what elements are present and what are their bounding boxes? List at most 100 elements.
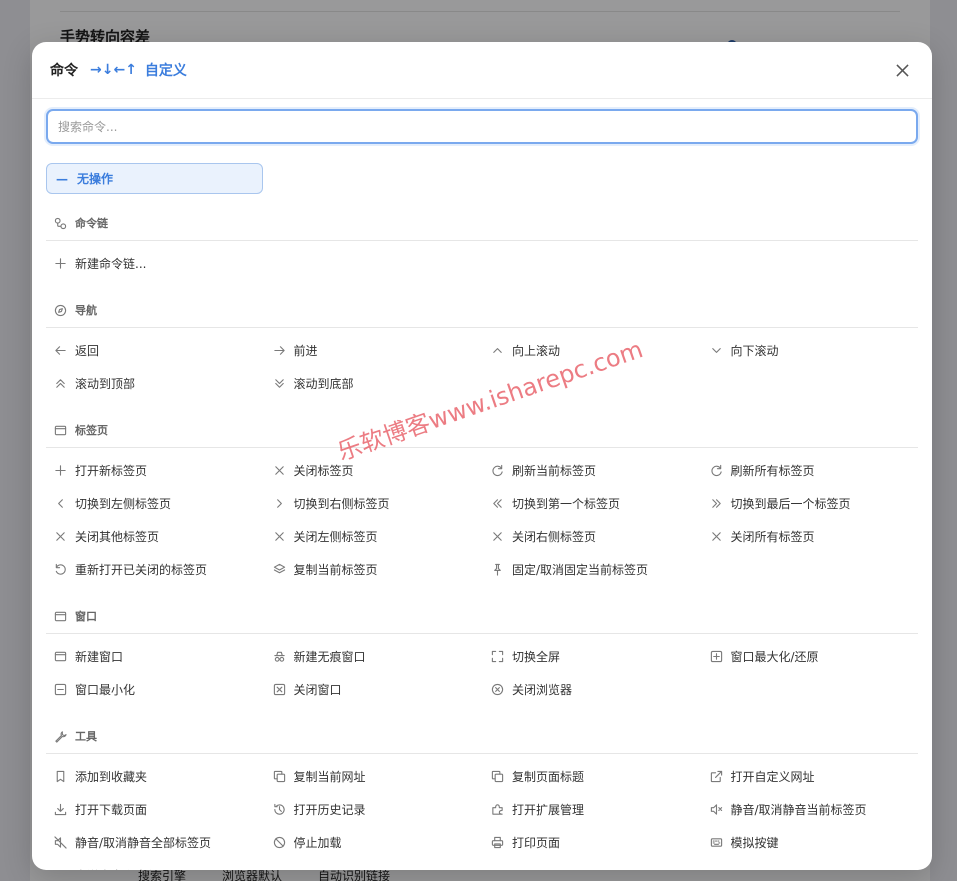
command-item[interactable]: 滚动到顶部 xyxy=(46,367,265,400)
command-item[interactable]: 新建无痕窗口 xyxy=(265,640,484,673)
command-label: 刷新当前标签页 xyxy=(512,464,597,478)
command-item[interactable]: 添加到收藏夹 xyxy=(46,760,265,793)
command-label: 切换到最后一个标签页 xyxy=(730,497,851,511)
double-down-icon xyxy=(273,377,286,390)
window-icon xyxy=(54,610,67,623)
command-grid-tools: 添加到收藏夹 复制当前网址 复制页面标题 打开自定义网址打开下载页面 打开历史记录 打开扩… xyxy=(46,760,918,870)
command-item[interactable]: 返回 xyxy=(46,334,265,367)
command-label: 切换到右侧标签页 xyxy=(293,497,390,511)
command-item[interactable]: 向上滚动 xyxy=(483,334,702,367)
command-item[interactable]: 复制当前标签页 xyxy=(265,553,484,586)
square-x-icon xyxy=(273,683,286,696)
section-title: 工具 xyxy=(75,730,97,743)
command-item[interactable]: 打印页面 xyxy=(483,826,702,859)
command-label: 停止加载 xyxy=(293,836,342,850)
section-header-chain: 命令链 xyxy=(46,212,918,234)
command-item[interactable]: 复制页面标题 xyxy=(483,760,702,793)
x-icon xyxy=(273,530,286,543)
command-item[interactable]: 打开新标签页 xyxy=(46,454,265,487)
section-header-nav: 导航 xyxy=(46,299,918,321)
gesture-label: 自定义 xyxy=(144,63,187,79)
command-item[interactable]: 向下滚动 xyxy=(702,334,921,367)
command-item[interactable]: 切换到左侧标签页 xyxy=(46,487,265,520)
command-label: 关闭窗口 xyxy=(293,683,342,697)
section-divider xyxy=(46,327,918,328)
command-label: 切换全屏 xyxy=(512,650,561,664)
command-label: 向下滚动 xyxy=(730,344,779,358)
link-icon-icon xyxy=(54,217,67,230)
section-divider xyxy=(46,240,918,241)
command-item[interactable]: 关闭左侧标签页 xyxy=(265,520,484,553)
code-icon xyxy=(54,869,67,870)
command-item[interactable]: 打开下载页面 xyxy=(46,793,265,826)
command-item[interactable]: 停止加载 xyxy=(265,826,484,859)
command-item[interactable]: 切换到第一个标签页 xyxy=(483,487,702,520)
command-item[interactable]: 静音/取消静音全部标签页 xyxy=(46,826,265,859)
mute-all-icon xyxy=(54,836,67,849)
command-label: 滚动到顶部 xyxy=(75,377,136,391)
no-action-option[interactable]: — 无操作 xyxy=(46,163,263,194)
section-title: 窗口 xyxy=(75,610,97,623)
arrow-right-icon xyxy=(273,344,286,357)
command-label: 切换到左侧标签页 xyxy=(75,497,172,511)
command-item[interactable]: 静音/取消静音当前标签页 xyxy=(702,793,921,826)
command-item[interactable]: 关闭窗口 xyxy=(265,673,484,706)
command-item[interactable]: 前进 xyxy=(265,334,484,367)
command-item[interactable]: 重新打开已关闭的标签页 xyxy=(46,553,265,586)
dialog-header: 命令 →↓←↑ 自定义 xyxy=(32,42,932,99)
command-item[interactable]: 新建窗口 xyxy=(46,640,265,673)
command-item[interactable]: 发送自定义事件 xyxy=(46,859,265,870)
command-item[interactable]: 打开历史记录 xyxy=(265,793,484,826)
pin-icon xyxy=(491,563,504,576)
command-item[interactable]: 窗口最大化/还原 xyxy=(702,640,921,673)
command-item[interactable]: 关闭所有标签页 xyxy=(702,520,921,553)
command-label: 新建窗口 xyxy=(75,650,124,664)
x-icon xyxy=(710,530,723,543)
command-label: 关闭其他标签页 xyxy=(75,530,160,544)
circle-x-icon xyxy=(491,683,504,696)
command-label: 返回 xyxy=(75,344,100,358)
section-title: 标签页 xyxy=(75,424,108,437)
section-divider xyxy=(46,633,918,634)
command-item[interactable]: 刷新所有标签页 xyxy=(702,454,921,487)
command-item[interactable]: 新建命令链... xyxy=(46,247,265,280)
tab-icon xyxy=(54,424,67,437)
command-label: 新建无痕窗口 xyxy=(293,650,366,664)
command-label: 打印页面 xyxy=(512,836,561,850)
command-item[interactable]: 切换到最后一个标签页 xyxy=(702,487,921,520)
close-icon[interactable] xyxy=(890,58,914,82)
command-item[interactable]: 固定/取消固定当前标签页 xyxy=(483,553,702,586)
command-item[interactable]: 模拟按键 xyxy=(702,826,921,859)
command-item[interactable]: 关闭浏览器 xyxy=(483,673,702,706)
command-label: 刷新所有标签页 xyxy=(730,464,815,478)
command-item[interactable]: 滚动到底部 xyxy=(265,367,484,400)
command-item[interactable]: 关闭标签页 xyxy=(265,454,484,487)
command-label: 打开新标签页 xyxy=(75,464,148,478)
command-label: 打开扩展管理 xyxy=(512,803,585,817)
square-plus-icon xyxy=(710,650,723,663)
command-item[interactable]: 复制当前网址 xyxy=(265,760,484,793)
command-item[interactable]: 切换到右侧标签页 xyxy=(265,487,484,520)
command-label: 关闭右侧标签页 xyxy=(512,530,597,544)
search-input[interactable] xyxy=(46,109,918,144)
command-label: 滚动到底部 xyxy=(293,377,354,391)
command-item[interactable]: 关闭其他标签页 xyxy=(46,520,265,553)
command-item[interactable]: 窗口最小化 xyxy=(46,673,265,706)
command-label: 发送自定义事件 xyxy=(75,867,159,870)
square-minus-icon xyxy=(54,683,67,696)
command-item[interactable]: 打开自定义网址 xyxy=(702,760,921,793)
copy-icon xyxy=(273,770,286,783)
section-header-tabs: 标签页 xyxy=(46,419,918,441)
command-label: 打开下载页面 xyxy=(75,803,148,817)
command-item[interactable]: 打开扩展管理 xyxy=(483,793,702,826)
section-header-tools: 工具 xyxy=(46,725,918,747)
chevron-down-icon xyxy=(710,344,723,357)
x-icon xyxy=(491,530,504,543)
command-item[interactable]: 切换全屏 xyxy=(483,640,702,673)
wrench-icon xyxy=(54,730,67,743)
double-left-icon xyxy=(491,497,504,510)
command-item[interactable]: 关闭右侧标签页 xyxy=(483,520,702,553)
section-header-window: 窗口 xyxy=(46,605,918,627)
command-item[interactable]: 刷新当前标签页 xyxy=(483,454,702,487)
command-label: 向上滚动 xyxy=(512,344,561,358)
